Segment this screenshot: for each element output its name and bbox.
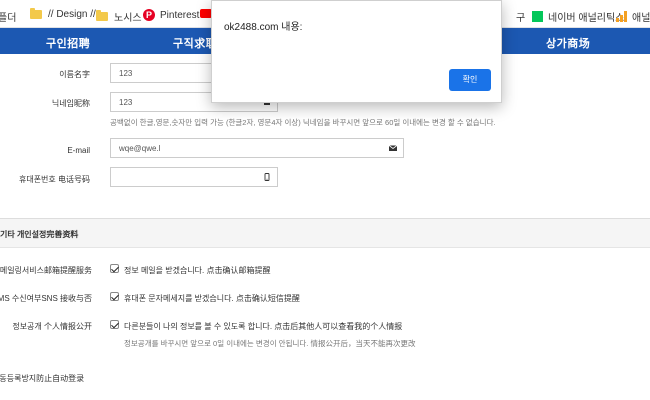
name-value: 123 [119,69,133,78]
bookmark-label: Pinterest [160,9,200,21]
nav-item-shopping[interactable]: 상가商场 [546,35,590,51]
bookmark-pinterest[interactable]: P Pinterest [143,9,199,21]
bookmark-label: // Design // [48,9,96,20]
pinterest-icon: P [143,9,155,21]
naver-icon [532,11,543,22]
mailing-service-label: 메일링서비스邮箱提醒服务 [0,266,92,275]
bookmark-naver-analytics[interactable]: 네이버 애널리틱스 [532,9,624,24]
email-input[interactable]: wqe@qwe.l [110,138,404,158]
nickname-help: 공백없이 한글,영문,숫자만 입력 가능 (한글2자, 영문4자 이상) 닉네임… [110,118,496,127]
info-public-checkbox-label: 다른분들이 나의 정보를 볼 수 있도록 합니다. 点击后其他人可以查看我的个人… [124,322,403,331]
info-public-label: 정보공개 个人情报公开 [12,322,92,331]
bookmark-label: 노시스 [114,13,142,24]
phone-label: 휴대폰번호 电话号码 [18,175,90,184]
mailing-checkbox[interactable] [110,264,119,273]
sms-checkbox-label: 휴대폰 문자메세지를 받겠습니다. 点击确认短信提醒 [124,294,300,303]
email-value: wqe@qwe.l [119,144,161,153]
nav-item-recruit[interactable]: 구인招聘 [46,35,90,51]
analytics-icon [616,11,627,22]
bookmark-nosis[interactable]: 노시스 [96,9,142,24]
bookmark-label: 구 [516,13,526,24]
name-label: 이름名字 [59,70,90,79]
bookmark-design[interactable]: // Design // [30,8,96,20]
section-header-other-settings: 기타 개인설정完善资料 [0,218,650,248]
bookmark-analytics[interactable]: 애널 [616,9,650,24]
phone-input[interactable] [110,167,278,187]
captcha-label: 자동등록방지防止自动登录 [0,374,85,383]
info-public-help: 정보공개를 바꾸시면 앞으로 0일 이내에는 변경이 안됩니다. 情报公开后，当… [124,339,416,348]
bookmark-partial[interactable]: 플더 [0,9,16,24]
mobile-phone-icon [264,173,270,181]
section-title: 기타 개인설정完善资料 [0,230,79,239]
envelope-icon [389,145,397,151]
info-public-checkbox[interactable] [110,320,119,329]
bookmark-label: 네이버 애널리틱스 [548,13,625,24]
folder-icon [30,8,42,19]
folder-icon [96,10,108,21]
nickname-value: 123 [119,98,133,107]
bookmark-label: 플더 [0,13,17,24]
alert-dialog: ok2488.com 내용: 확인 [211,0,502,103]
email-label: E-mail [67,146,90,155]
nickname-label: 닉네임昵称 [51,99,90,108]
sms-label: SMS 수신여부SNS 接收与否 [0,294,92,303]
mailing-checkbox-label: 정보 메일을 받겠습니다. 点击确认邮箱提醒 [124,266,271,275]
dialog-title: ok2488.com 내용: [224,22,303,33]
ok-button[interactable]: 확인 [449,69,491,91]
bookmark-label: 애널 [632,13,650,24]
sms-checkbox[interactable] [110,292,119,301]
bookmark-partial-2[interactable]: 구 [516,9,525,24]
